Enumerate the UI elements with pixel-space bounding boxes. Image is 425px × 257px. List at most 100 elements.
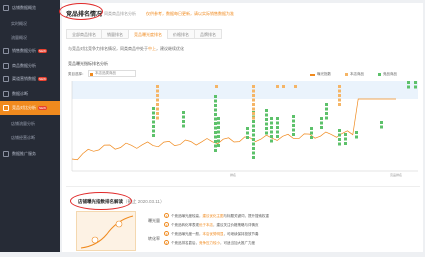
quadrant-graphic [80,215,134,249]
sidebar-item[interactable]: 店铺经营诊断 [0,131,60,145]
sidebar-item[interactable]: 店铺流量分析 [0,117,60,131]
rival-point [214,131,217,134]
rival-point [270,117,273,120]
rival-point [292,119,295,123]
rival-point [338,138,341,141]
interpretation-highlight-circle [70,192,132,210]
rival-point [214,149,217,152]
own-point [338,89,341,93]
sidebar-item[interactable]: 渠道营销数据 NEW [0,72,60,86]
sidebar-item-label: 店铺流量分析 [11,121,35,126]
interpretation-panel: 店铺曝光指数排名解读（截止 2020.03.11） 曝光量 转化率 1 个竞品曝光… [66,186,420,251]
new-badge: NEW [38,77,47,81]
title-highlight-circle [59,3,103,20]
tab[interactable]: 品牌排名 [194,29,222,39]
rival-point [252,120,255,123]
rival-point [182,120,185,123]
category-select[interactable]: 本店品类商品 [88,70,136,77]
rival-point [217,130,220,134]
rival-point [265,113,268,117]
rival-point [152,120,155,124]
rival-point [325,116,328,120]
sidebar-item[interactable]: 流量概况 [0,31,60,45]
quadrant-label-exposure: 曝光量 [148,218,160,223]
main-panel: 竞品排名情况 同类商品排名分析 仅供参考，数据每日更新，请以实际销售数据为准 全… [59,3,423,252]
rank-highlight: 中上 [148,46,156,51]
rival-point [310,127,313,130]
rival-point [380,125,383,129]
own-point [338,98,341,102]
rival-point [182,115,185,119]
rival-point [214,113,217,116]
rival-point [252,142,255,146]
own-point [252,107,255,111]
sidebar-item[interactable]: 数据推广服务 [0,147,60,161]
row-number: 4 [164,240,169,245]
sidebar-item-label: 店铺数据概览 [12,5,36,10]
own-point [156,107,159,111]
sidebar-item-label: 数据诊断 [12,91,28,96]
own-point [252,85,255,88]
rival-point [270,130,273,134]
new-badge: NEW [38,106,47,110]
rival-point [217,139,220,143]
rival-point [270,139,273,143]
line-swatch-icon [310,73,315,76]
rival-point [252,124,255,128]
rank-chart [71,81,418,172]
tab[interactable]: 销量排名 [101,29,128,39]
sidebar-item[interactable]: 销售数据分析 NEW [0,44,60,58]
own-point [156,89,159,93]
rival-point [252,133,255,137]
sidebar-item[interactable]: 实时概况 [0,17,60,31]
tab[interactable]: 价格排名 [167,29,194,39]
rival-point [355,135,358,139]
new-badge: NEW [38,49,47,53]
rival-point [252,147,255,150]
tab[interactable]: 竞品曝光度排名 [128,29,167,39]
menu-icon [3,105,9,111]
tab[interactable]: 全部商品排名 [66,29,101,39]
rival-point [152,107,155,110]
rival-point [214,104,217,107]
row-number: 2 [164,222,169,227]
rival-point [276,130,279,134]
chart-title: 竞品曝光指标排名分析 [68,61,108,66]
quadrant-label-conversion: 转化率 [148,236,160,241]
rival-point [320,117,323,120]
rival-point [292,115,295,118]
exposure-line [71,98,396,161]
menu-icon [3,63,9,69]
own-swatch-icon [345,73,348,76]
rival-point [214,126,217,130]
rival-point [325,112,328,115]
sidebar-item[interactable]: 竞品对比分析 NEW [0,101,60,115]
rival-point [380,121,383,124]
x-axis-label: 排名 [230,173,237,177]
row-number: 1 [164,213,169,218]
rival-point [325,107,328,111]
page-subtitle: 同类商品排名分析 [104,11,136,16]
sidebar-item-label: 竞品对比分析 [12,105,36,110]
rival-point [338,142,341,146]
rival-point [214,99,217,103]
rival-swatch-icon [378,73,381,76]
menu-icon [3,151,9,157]
sidebar-item[interactable]: 商品数据分析 [0,59,60,73]
rival-point [246,131,249,135]
rival-point [344,137,347,141]
rival-point [265,122,268,126]
rival-point [407,81,410,84]
sidebar: 店铺数据概览 实时概况 流量概况 销售数据分析 NEW 商品数据分析 渠道营销数据 NEW 数据… [0,0,60,252]
sidebar-item-label: 渠道营销数据 [12,76,36,81]
rival-point [414,81,417,84]
rival-point [414,85,417,89]
rival-point [214,117,217,121]
rival-point [325,103,328,106]
sidebar-item[interactable]: 店铺数据概览 [0,1,60,15]
sidebar-item[interactable]: 数据诊断 [0,87,60,101]
rival-point [338,129,341,132]
own-point [215,85,218,88]
rival-point [270,135,273,138]
own-point [252,103,255,106]
